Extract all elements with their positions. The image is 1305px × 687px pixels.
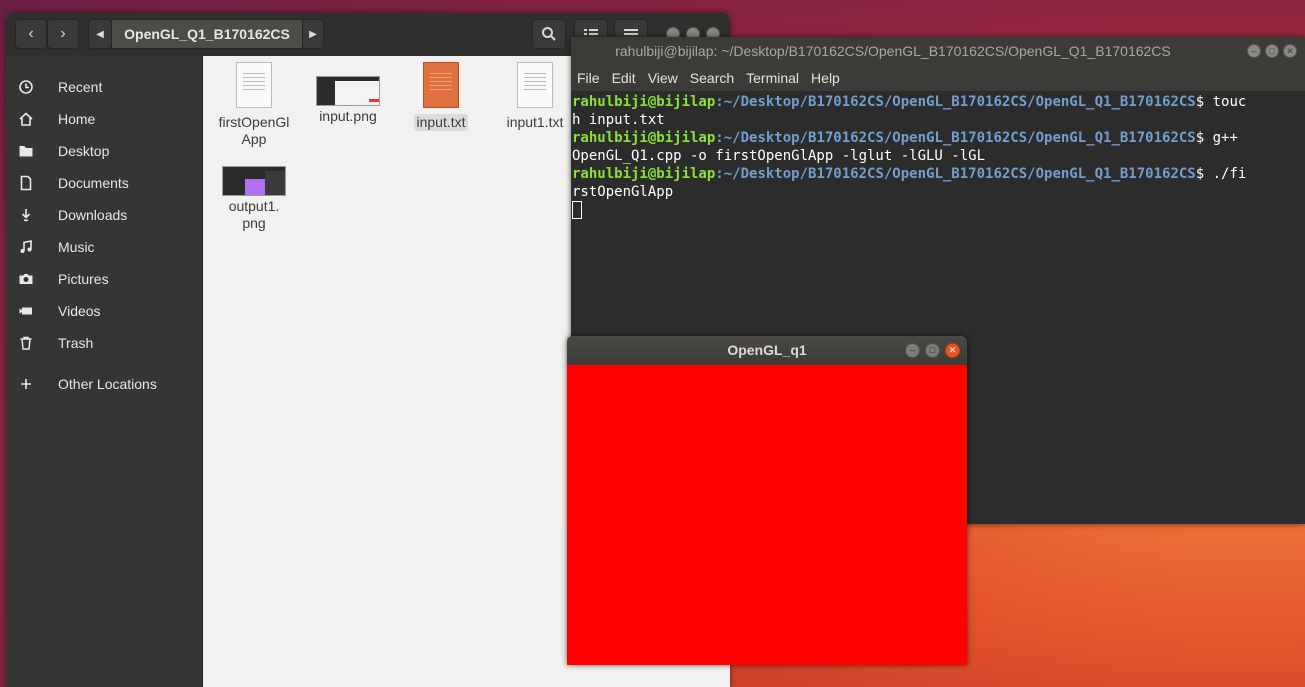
text-file-icon (517, 62, 553, 108)
executable-file-icon (236, 62, 272, 108)
sidebar-item-other-locations[interactable]: Other Locations (6, 369, 202, 399)
sidebar-item-label: Other Locations (58, 376, 157, 392)
forward-button[interactable]: › (47, 19, 79, 49)
file-item-output1-png[interactable]: output1. png (209, 166, 299, 232)
terminal-maximize-button[interactable]: □ (1265, 44, 1279, 58)
text-file-icon (423, 62, 459, 108)
sidebar-item-videos[interactable]: Videos (6, 296, 202, 326)
opengl-close-button[interactable]: ✕ (945, 343, 960, 358)
sidebar-item-trash[interactable]: Trash (6, 328, 202, 358)
opengl-canvas[interactable] (567, 365, 967, 665)
file-name-line2: png (242, 215, 266, 231)
sidebar-item-label: Home (58, 111, 96, 127)
file-name: input.png (319, 108, 377, 124)
terminal-line: rahulbiji@bijilap:~/Desktop/B170162CS/Op… (572, 129, 1300, 147)
sidebar-item-home[interactable]: Home (6, 104, 202, 134)
download-icon (18, 207, 34, 223)
sidebar-item-music[interactable]: Music (6, 232, 202, 262)
command-text: $ touc (1195, 94, 1247, 110)
places-sidebar: Recent Home Desktop Documents Downloads (6, 56, 203, 687)
terminal-output[interactable]: rahulbiji@bijilap:~/Desktop/B170162CS/Op… (572, 93, 1300, 221)
terminal-menubar: File Edit View Search Terminal Help (571, 65, 1305, 91)
terminal-line: OpenGL_Q1.cpp -o firstOpenGlApp -lglut -… (572, 148, 986, 164)
sidebar-item-desktop[interactable]: Desktop (6, 136, 202, 166)
sidebar-item-label: Pictures (58, 271, 109, 287)
image-thumbnail-icon (222, 166, 286, 196)
file-name: output1. (228, 198, 280, 214)
file-item-input1-txt[interactable]: input1.txt (490, 62, 580, 131)
sidebar-item-label: Trash (58, 335, 94, 351)
chevron-right-icon: › (60, 25, 66, 42)
terminal-close-button[interactable]: ✕ (1283, 44, 1297, 58)
pathbar-current-folder[interactable]: OpenGL_Q1_B170162CS (111, 19, 303, 49)
opengl-window[interactable]: OpenGL_q1 – □ ✕ (567, 336, 967, 665)
sidebar-item-label: Downloads (58, 207, 128, 223)
file-item-input-txt[interactable]: input.txt (396, 62, 486, 131)
menu-edit[interactable]: Edit (612, 70, 636, 86)
clock-icon (18, 79, 34, 95)
path-scroll-left-button[interactable]: ◀ (88, 19, 112, 49)
menu-file[interactable]: File (577, 70, 600, 86)
menu-search[interactable]: Search (690, 70, 734, 86)
prompt-path: :~/Desktop/B170162CS/OpenGL_B170162CS/Op… (715, 94, 1196, 110)
back-button[interactable]: ‹ (15, 19, 47, 49)
camera-icon (18, 271, 34, 287)
sidebar-item-label: Music (58, 239, 95, 255)
file-name-line2: App (241, 131, 267, 147)
file-name: input1.txt (506, 114, 564, 130)
menu-view[interactable]: View (648, 70, 678, 86)
folder-icon (18, 143, 34, 159)
document-icon (18, 175, 34, 191)
video-icon (18, 303, 34, 319)
music-icon (18, 239, 34, 255)
terminal-minimize-button[interactable]: – (1247, 44, 1261, 58)
file-name: input.txt (414, 114, 468, 131)
prompt-user: rahulbiji@bijilap (572, 130, 716, 146)
prompt-path: :~/Desktop/B170162CS/OpenGL_B170162CS/Op… (715, 130, 1196, 146)
path-scroll-right-button[interactable]: ▶ (302, 19, 324, 49)
sidebar-item-documents[interactable]: Documents (6, 168, 202, 198)
sidebar-item-label: Recent (58, 79, 103, 95)
triangle-left-icon: ◀ (96, 28, 104, 40)
menu-help[interactable]: Help (811, 70, 840, 86)
file-item-firstopenglapp[interactable]: firstOpenGl App (209, 62, 299, 148)
image-thumbnail-icon (316, 76, 380, 106)
opengl-minimize-button[interactable]: – (905, 343, 920, 358)
home-icon (18, 111, 34, 127)
file-name: firstOpenGl (218, 114, 290, 130)
command-text: $ ./fi (1195, 166, 1247, 182)
plus-icon (18, 376, 34, 392)
command-text: $ g++ (1195, 130, 1238, 146)
file-item-input-png[interactable]: input.png (303, 62, 393, 125)
chevron-left-icon: ‹ (28, 25, 34, 42)
sidebar-item-downloads[interactable]: Downloads (6, 200, 202, 230)
terminal-line: rstOpenGlApp (572, 184, 674, 200)
opengl-maximize-button[interactable]: □ (925, 343, 940, 358)
sidebar-item-label: Desktop (58, 143, 110, 159)
prompt-user: rahulbiji@bijilap (572, 166, 716, 182)
sidebar-item-recent[interactable]: Recent (6, 72, 202, 102)
terminal-title: rahulbiji@bijilap: ~/Desktop/B170162CS/O… (571, 37, 1305, 65)
terminal-line: rahulbiji@bijilap:~/Desktop/B170162CS/Op… (572, 93, 1300, 111)
search-icon (542, 27, 556, 41)
menu-terminal[interactable]: Terminal (746, 70, 799, 86)
trash-icon (18, 335, 34, 351)
sidebar-item-label: Documents (58, 175, 129, 191)
prompt-user: rahulbiji@bijilap (572, 94, 716, 110)
sidebar-item-pictures[interactable]: Pictures (6, 264, 202, 294)
terminal-cursor (572, 201, 582, 219)
search-button[interactable] (532, 19, 566, 49)
sidebar-item-label: Videos (58, 303, 101, 319)
terminal-line: rahulbiji@bijilap:~/Desktop/B170162CS/Op… (572, 165, 1300, 183)
prompt-path: :~/Desktop/B170162CS/OpenGL_B170162CS/Op… (715, 166, 1196, 182)
triangle-right-icon: ▶ (309, 28, 317, 40)
terminal-line: h input.txt (572, 112, 665, 128)
terminal-line (572, 201, 1300, 221)
